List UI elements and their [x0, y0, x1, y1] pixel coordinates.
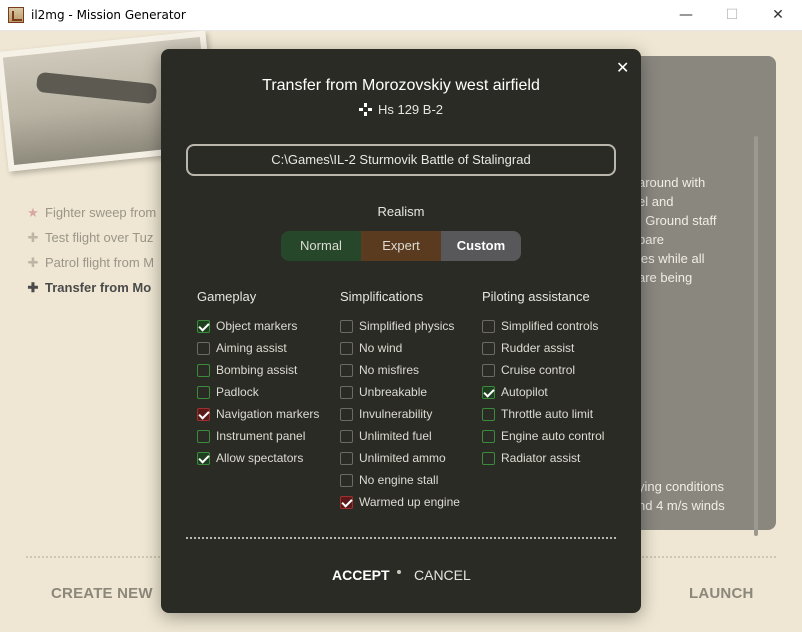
dialog-title: Transfer from Morozovskiy west airfield [262, 77, 540, 94]
weather-line: nd 4 m/s winds [638, 498, 725, 513]
option-label: Object markers [216, 319, 298, 333]
plus-icon: ✚ [27, 255, 39, 270]
weather-line: ying conditions [638, 479, 724, 494]
realism-normal-button[interactable]: Normal [281, 231, 361, 261]
mission-item[interactable]: ✚ Patrol flight from M [26, 253, 166, 278]
mission-list: ★ Fighter sweep from ✚ Test flight over … [26, 203, 166, 303]
checkbox[interactable] [482, 364, 495, 377]
accept-button[interactable]: ACCEPT [332, 567, 390, 583]
option-label: Aiming assist [216, 341, 287, 355]
option-label: Throttle auto limit [501, 407, 594, 421]
option-label: Padlock [216, 385, 259, 399]
checkbox[interactable] [482, 452, 495, 465]
gameplay-heading: Gameplay [197, 289, 257, 304]
description-line: around with [638, 175, 706, 190]
checkbox[interactable] [340, 364, 353, 377]
app-icon [8, 7, 24, 23]
realism-expert-button[interactable]: Expert [361, 231, 441, 261]
aircraft-name: Hs 129 B-2 [377, 102, 444, 117]
game-path-field[interactable]: C:\Games\IL-2 Sturmovik Battle of Stalin… [186, 144, 616, 176]
option-label: Navigation markers [216, 407, 320, 421]
option-label: Allow spectators [216, 451, 304, 465]
checkbox[interactable] [340, 474, 353, 487]
mission-label: Test flight over Tuz [45, 230, 154, 245]
launch-button[interactable]: LAUNCH [689, 585, 754, 602]
realism-label: Realism [377, 204, 425, 219]
simplifications-heading: Simplifications [340, 289, 424, 304]
checkbox[interactable] [340, 386, 353, 399]
checkbox[interactable] [197, 364, 210, 377]
dialog-close-button[interactable]: ✕ [616, 58, 629, 77]
checkbox[interactable] [482, 320, 495, 333]
checkbox[interactable] [197, 386, 210, 399]
option-label: Rudder assist [501, 341, 575, 355]
realism-selector: Normal Expert Custom [281, 231, 521, 261]
description-line: pare [638, 232, 665, 247]
checkbox[interactable] [482, 408, 495, 421]
option-label: Bombing assist [216, 363, 298, 377]
option-label: Warmed up engine [359, 495, 460, 509]
option-label: Autopilot [501, 385, 548, 399]
close-window-button[interactable]: ✕ [755, 0, 801, 30]
plus-icon: ✚ [27, 230, 39, 245]
maximize-button[interactable]: ☐ [709, 0, 755, 30]
checkbox[interactable] [340, 430, 353, 443]
cross-icon: ✚ [27, 280, 39, 295]
checkbox[interactable] [340, 408, 353, 421]
option-label: Radiator assist [501, 451, 581, 465]
separator-dot [397, 570, 401, 574]
description-line: . Ground staff [638, 213, 717, 228]
checkbox[interactable] [340, 496, 353, 509]
create-new-button[interactable]: CREATE NEW [51, 585, 153, 602]
option-label: Invulnerability [359, 407, 433, 421]
option-label: Instrument panel [216, 429, 306, 443]
balkenkreuz-icon [358, 103, 372, 116]
mission-item[interactable]: ✚ Test flight over Tuz [26, 228, 166, 253]
cancel-button[interactable]: CANCEL [414, 567, 471, 583]
checkbox[interactable] [197, 342, 210, 355]
description-line: ies while all [638, 251, 705, 266]
checkbox[interactable] [197, 452, 210, 465]
checkbox[interactable] [197, 408, 210, 421]
star-icon: ★ [27, 205, 39, 220]
option-label: Cruise control [501, 363, 576, 377]
checkbox[interactable] [482, 386, 495, 399]
option-label: Simplified controls [501, 319, 599, 333]
piloting-assistance-heading: Piloting assistance [482, 289, 590, 304]
window-titlebar: il2mg - Mission Generator — ☐ ✕ [0, 0, 802, 31]
description-line: el and [638, 194, 674, 209]
dialog-divider [186, 537, 616, 539]
checkbox[interactable] [197, 320, 210, 333]
realism-dialog: ✕ Transfer from Morozovskiy west airfiel… [161, 49, 641, 613]
description-scrollbar[interactable] [754, 136, 758, 536]
checkbox[interactable] [340, 342, 353, 355]
option-label: No engine stall [359, 473, 439, 487]
checkbox[interactable] [482, 342, 495, 355]
mission-label: Patrol flight from M [45, 255, 155, 270]
checkbox[interactable] [340, 452, 353, 465]
mission-label: Transfer from Mo [45, 280, 152, 295]
mission-description-panel: around with el and . Ground staff pare i… [620, 56, 776, 536]
option-label: Unlimited fuel [359, 429, 432, 443]
checkbox[interactable] [197, 430, 210, 443]
option-label: Simplified physics [359, 319, 455, 333]
aircraft-line: Hs 129 B-2 [161, 101, 641, 117]
option-label: Engine auto control [501, 429, 605, 443]
option-label: No misfires [359, 363, 420, 377]
checkbox[interactable] [340, 320, 353, 333]
option-label: Unbreakable [359, 385, 428, 399]
option-label: Unlimited ammo [359, 451, 446, 465]
window-title: il2mg - Mission Generator [31, 8, 186, 22]
checkbox[interactable] [482, 430, 495, 443]
realism-custom-button[interactable]: Custom [441, 231, 521, 261]
minimize-button[interactable]: — [663, 0, 709, 30]
description-line: are being [638, 270, 693, 285]
option-label: No wind [359, 341, 403, 355]
mission-item-selected[interactable]: ✚ Transfer from Mo [26, 278, 166, 303]
mission-item[interactable]: ★ Fighter sweep from [26, 203, 166, 228]
mission-label: Fighter sweep from [45, 205, 157, 220]
